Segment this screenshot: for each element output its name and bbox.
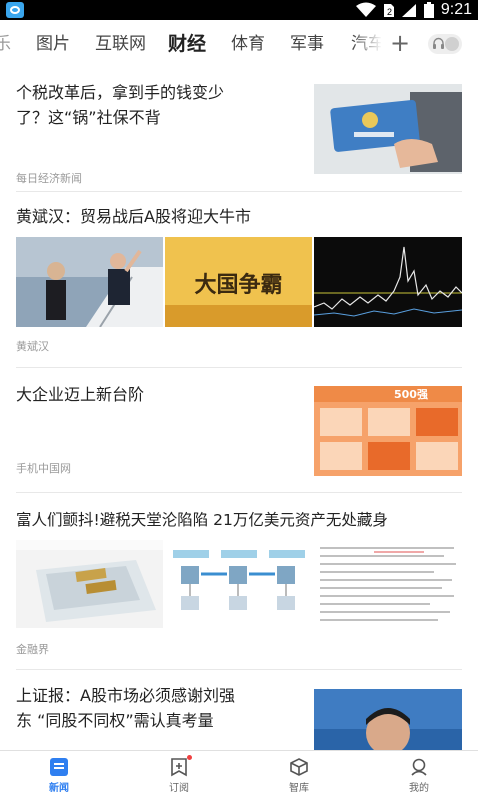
nav-label: 智库 [289, 783, 309, 794]
news-item[interactable]: 个税改革后，拿到手的钱变少了？这“锅”社保不背 每日经济新闻 [16, 80, 462, 190]
subscribe-icon [171, 758, 187, 777]
listen-toggle[interactable] [428, 34, 462, 54]
nav-label: 新闻 [49, 783, 69, 794]
news-feed[interactable]: 个税改革后，拿到手的钱变少了？这“锅”社保不背 每日经济新闻 黄斌汉：贸易战后A… [0, 68, 478, 750]
couple-at-plane-stairs-thumbnail [16, 237, 163, 327]
notification-badge [187, 755, 192, 760]
news-source: 金融界 [16, 643, 49, 656]
bottom-nav: 新闻 订阅 智库 我的 [0, 750, 478, 796]
status-bar: 2 9:21 [0, 0, 478, 20]
battery-icon [423, 2, 434, 18]
divider [16, 492, 462, 493]
cube-icon [290, 758, 308, 776]
status-icons: 2 9:21 [355, 0, 472, 20]
sim-icon: 2 [383, 3, 394, 17]
tabs-fade [352, 20, 382, 68]
divider [16, 669, 462, 670]
news-source: 手机中国网 [16, 462, 71, 475]
news-title: 上证报：A股市场必须感谢刘强东 “同股不同权”需认真考量 [16, 686, 235, 730]
profile-icon [411, 758, 427, 776]
app-icon [6, 2, 24, 18]
svg-text:2: 2 [387, 7, 392, 17]
news-title: 富人们颤抖!避税天堂沦陷陷 21万亿美元资产无处藏身 [16, 511, 388, 529]
headset-icon [433, 37, 444, 49]
nav-subscribe[interactable]: 订阅 [139, 751, 219, 796]
news-title: 黄斌汉：贸易战后A股将迎大牛市 [16, 207, 251, 226]
document-text-thumbnail [314, 540, 462, 628]
tab-finance[interactable]: 财经 [168, 20, 206, 68]
news-source: 每日经济新闻 [16, 172, 82, 185]
nav-profile[interactable]: 我的 [379, 751, 459, 796]
news-item[interactable]: 大企业迈上新台阶 手机中国网 500强 [16, 382, 462, 492]
stock-chart-thumbnail [314, 237, 462, 327]
status-time: 9:21 [440, 1, 472, 18]
tab-military[interactable]: 军事 [290, 20, 324, 68]
tab-entertainment[interactable]: 乐 [0, 20, 11, 68]
banner-text: 大国争霸 [194, 273, 283, 298]
nav-think-tank[interactable]: 智库 [259, 751, 339, 796]
toggle-knob [445, 37, 459, 51]
tab-internet[interactable]: 互联网 [95, 20, 146, 68]
flow-diagram-thumbnail [165, 540, 312, 628]
divider [16, 367, 462, 368]
channel-tabs: 乐 图片 互联网 财经 体育 军事 汽车 + [0, 20, 478, 68]
nav-label: 订阅 [169, 783, 189, 794]
tab-sports[interactable]: 体育 [231, 20, 265, 68]
gold-bars-thumbnail [16, 540, 163, 628]
news-item[interactable]: 富人们颤抖!避税天堂沦陷陷 21万亿美元资产无处藏身 金融界 [16, 508, 462, 660]
news-item[interactable]: 上证报：A股市场必须感谢刘强东 “同股不同权”需认真考量 [16, 683, 462, 750]
thumb-text: 500强 [394, 388, 428, 401]
businessman-portrait-thumbnail [314, 689, 462, 750]
news-icon [50, 758, 68, 776]
news-source: 黄斌汉 [16, 340, 49, 353]
wifi-icon [355, 2, 376, 17]
plus-icon[interactable]: + [388, 30, 412, 58]
nav-label: 我的 [409, 783, 429, 794]
gold-banner-thumbnail: 大国争霸 [165, 237, 312, 327]
tab-pictures[interactable]: 图片 [36, 20, 70, 68]
divider [16, 191, 462, 192]
news-title: 大企业迈上新台阶 [16, 385, 145, 404]
news-title: 个税改革后，拿到手的钱变少了？这“锅”社保不背 [16, 83, 225, 127]
news-item[interactable]: 黄斌汉：贸易战后A股将迎大牛市 大国争霸 黄斌汉 [16, 204, 462, 356]
orange-infographic-thumbnail: 500强 [314, 386, 462, 476]
hand-holding-card-thumbnail [314, 84, 462, 174]
nav-news[interactable]: 新闻 [19, 751, 99, 796]
signal-icon [401, 3, 416, 17]
